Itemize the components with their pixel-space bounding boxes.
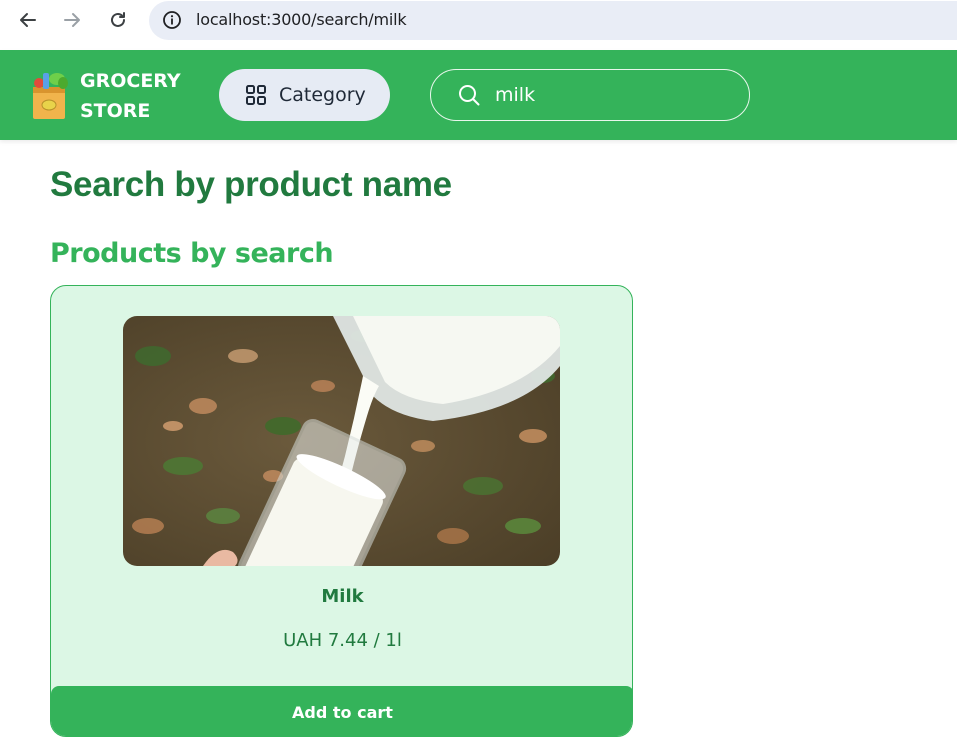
section-title: Products by search bbox=[50, 238, 334, 269]
address-bar[interactable]: localhost:3000/search/milk bbox=[149, 1, 957, 40]
grocery-bag-icon[interactable] bbox=[25, 69, 75, 121]
add-to-cart-button[interactable]: Add to cart bbox=[51, 686, 632, 736]
search-icon bbox=[459, 85, 480, 106]
milk-pouring-image bbox=[123, 316, 560, 566]
info-icon[interactable] bbox=[162, 10, 182, 30]
logo-line-2: STORE bbox=[80, 100, 151, 122]
reload-button[interactable] bbox=[106, 8, 130, 32]
page-title: Search by product name bbox=[50, 165, 452, 204]
store-logo-text[interactable]: GROCERY STORE bbox=[80, 66, 181, 126]
arrow-right-icon bbox=[64, 13, 80, 27]
product-card[interactable]: Milk UAH 7.44 / 1l Add to cart bbox=[50, 285, 633, 737]
url-text: localhost:3000/search/milk bbox=[196, 10, 407, 29]
arrow-left-icon bbox=[20, 13, 36, 27]
browser-toolbar: localhost:3000/search/milk bbox=[0, 0, 957, 50]
search-box[interactable] bbox=[430, 69, 750, 121]
reload-icon bbox=[111, 12, 125, 27]
logo-line-1: GROCERY bbox=[80, 70, 181, 92]
product-price: UAH 7.44 / 1l bbox=[283, 630, 402, 651]
app-header: GROCERY STORE Category bbox=[0, 50, 957, 140]
grid-icon bbox=[246, 85, 266, 105]
search-input[interactable] bbox=[495, 84, 715, 106]
product-name[interactable]: Milk bbox=[51, 586, 632, 607]
product-image[interactable] bbox=[123, 316, 560, 566]
category-label: Category bbox=[279, 84, 366, 106]
back-button[interactable] bbox=[16, 8, 40, 32]
forward-button[interactable] bbox=[60, 8, 84, 32]
category-button[interactable]: Category bbox=[219, 69, 390, 121]
